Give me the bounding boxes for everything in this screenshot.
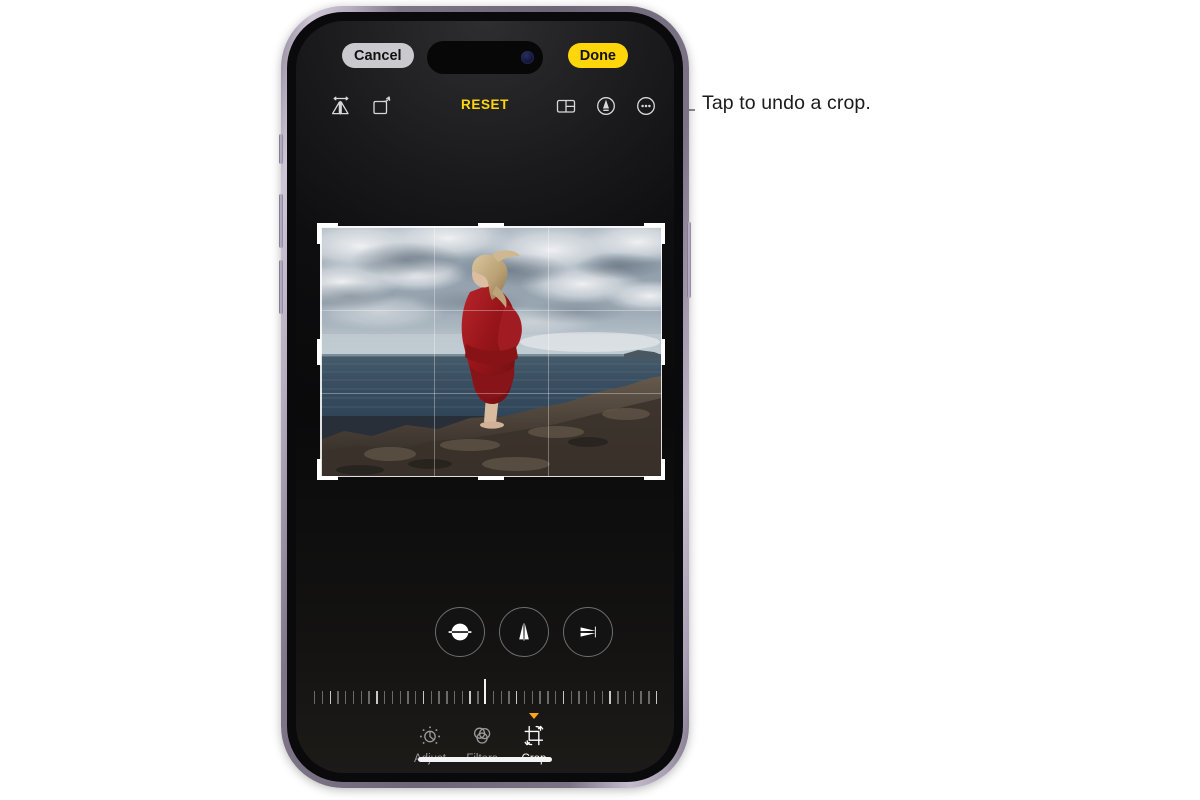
flip-icon	[331, 96, 349, 115]
ruler-tick	[523, 691, 526, 704]
ruler-tick	[422, 691, 425, 704]
crop-frame[interactable]	[317, 223, 665, 480]
volume-down-button[interactable]	[279, 260, 283, 314]
ruler-tick	[554, 691, 557, 704]
ruler-tick	[656, 691, 658, 704]
angle-ruler[interactable]	[314, 678, 658, 708]
ruler-tick	[547, 691, 549, 704]
perspective-controls	[296, 607, 674, 657]
ruler-tick	[531, 691, 534, 704]
crop-handle-top[interactable]	[478, 223, 504, 227]
cancel-button[interactable]: Cancel	[342, 43, 414, 68]
horizontal-perspective-icon	[580, 626, 596, 638]
ruler-tick	[337, 691, 339, 704]
ruler-tick	[477, 691, 479, 704]
ruler-tick	[376, 691, 378, 704]
straighten-icon	[448, 623, 472, 641]
crop-handle-bottom-left[interactable]	[317, 459, 338, 480]
ruler-tick	[648, 691, 650, 704]
ruler-tick	[461, 691, 464, 704]
ruler-tick	[368, 691, 370, 704]
crop-icon	[497, 723, 571, 749]
ruler-tick	[640, 691, 642, 704]
crop-grid-line	[433, 226, 435, 477]
ruler-tick	[601, 691, 603, 704]
ruler-tick	[562, 691, 565, 704]
ruler-tick	[453, 691, 456, 704]
ruler-tick	[500, 691, 502, 704]
ruler-tick	[407, 691, 409, 704]
horizontal-perspective-button[interactable]	[563, 607, 613, 657]
ruler-tick	[360, 691, 363, 704]
crop-handle-top-right[interactable]	[644, 223, 665, 244]
editor-mode-tabs: Adjust Filters	[296, 713, 674, 773]
ruler-tick	[415, 691, 417, 704]
active-tab-caret	[529, 713, 539, 719]
editor-top-bar: Cancel Done	[296, 35, 674, 81]
iphone-device: Cancel Done RESET	[279, 6, 691, 788]
ruler-tick	[609, 691, 611, 704]
ruler-tick	[329, 691, 331, 704]
more-options-icon	[637, 97, 655, 115]
device-bezel: Cancel Done RESET	[287, 12, 683, 782]
ruler-tick	[632, 691, 635, 704]
ruler-tick	[624, 691, 627, 704]
crop-handle-right[interactable]	[661, 338, 665, 365]
more-options-button[interactable]	[629, 89, 663, 123]
crop-handle-top-left[interactable]	[317, 223, 338, 244]
ruler-tick	[383, 691, 386, 704]
device-screen: Cancel Done RESET	[296, 21, 674, 773]
ruler-tick	[586, 691, 588, 704]
aspect-ratio-button[interactable]	[549, 89, 583, 123]
power-button[interactable]	[687, 222, 691, 298]
volume-up-button[interactable]	[279, 194, 283, 248]
ruler-tick	[469, 691, 471, 704]
ruler-tick	[314, 691, 316, 704]
ruler-tick	[352, 691, 355, 704]
ruler-indicator	[484, 679, 487, 704]
markup-icon	[597, 97, 615, 115]
rotate-button[interactable]	[364, 89, 398, 123]
photo-preview[interactable]	[320, 226, 662, 477]
done-button[interactable]: Done	[567, 43, 628, 68]
markup-button[interactable]	[589, 89, 623, 123]
ruler-tick	[321, 691, 324, 704]
crop-handle-bottom[interactable]	[478, 476, 504, 480]
straighten-button[interactable]	[435, 607, 485, 657]
ruler-tick	[438, 691, 440, 704]
ruler-tick	[391, 691, 394, 704]
photo-image	[320, 226, 662, 477]
ruler-tick	[539, 691, 541, 704]
ruler-tick	[617, 691, 619, 704]
ruler-tick	[492, 691, 495, 704]
ruler-tick	[578, 691, 580, 704]
crop-handle-bottom-right[interactable]	[644, 459, 665, 480]
silent-switch[interactable]	[279, 134, 283, 164]
ruler-tick	[430, 691, 432, 704]
crop-handle-left[interactable]	[317, 338, 321, 365]
crop-grid-line	[320, 393, 662, 395]
ruler-tick	[508, 691, 510, 704]
home-indicator[interactable]	[418, 757, 552, 762]
flip-button[interactable]	[324, 89, 358, 123]
aspect-ratio-icon	[556, 99, 576, 113]
ruler-tick	[593, 691, 596, 704]
crop-grid-line	[320, 309, 662, 311]
ruler-tick	[516, 691, 518, 704]
vertical-perspective-icon	[519, 623, 529, 641]
ruler-tick	[345, 691, 347, 704]
callout-label: Tap to undo a crop.	[702, 92, 871, 114]
ruler-tick	[399, 691, 401, 704]
reset-button[interactable]: RESET	[461, 97, 509, 112]
rotate-icon	[373, 96, 391, 115]
crop-tool-bar: RESET	[296, 89, 674, 123]
crop-grid-line	[547, 226, 549, 477]
ruler-tick	[446, 691, 448, 704]
vertical-perspective-button[interactable]	[499, 607, 549, 657]
ruler-tick	[570, 691, 572, 704]
